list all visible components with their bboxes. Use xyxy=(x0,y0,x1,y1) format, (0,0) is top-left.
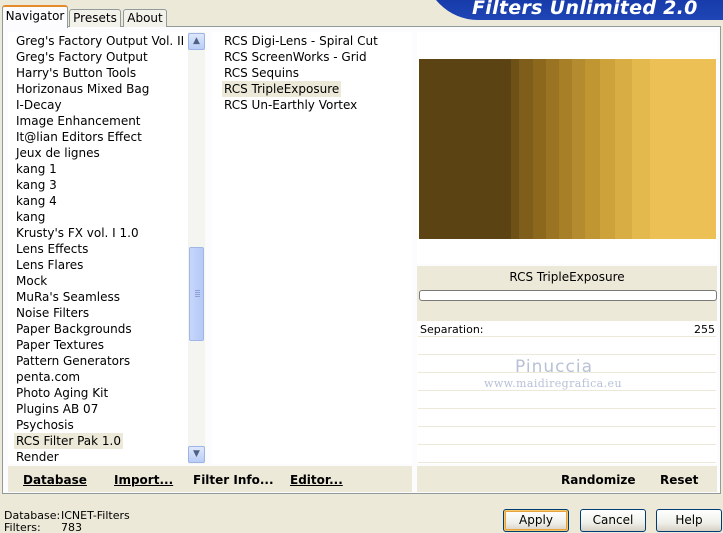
preview-stripe xyxy=(559,59,573,239)
preview-stripe xyxy=(572,59,586,239)
category-item[interactable]: Mock xyxy=(14,273,49,289)
tab-about[interactable]: About xyxy=(123,9,167,27)
category-item[interactable]: Pattern Generators xyxy=(14,353,132,369)
category-item[interactable]: Greg's Factory Output xyxy=(14,49,150,65)
preview-stripe xyxy=(585,59,601,239)
category-item[interactable]: Psychosis xyxy=(14,417,76,433)
category-item[interactable]: Krusty's FX vol. I 1.0 xyxy=(14,225,141,241)
category-list-items: Greg's Factory Output Vol. II Greg's Fact… xyxy=(8,32,188,464)
category-item[interactable]: Image Enhancement xyxy=(14,113,143,129)
filter-item[interactable]: RCS Digi-Lens - Spiral Cut xyxy=(222,33,380,49)
separation-label: Separation: xyxy=(420,323,484,336)
param-row xyxy=(418,411,716,427)
preview-stripe xyxy=(600,59,616,239)
category-item[interactable]: Horizonaus Mixed Bag xyxy=(14,81,151,97)
import-button[interactable]: Import... xyxy=(114,473,173,487)
reset-button[interactable]: Reset xyxy=(660,473,698,487)
progress-bar xyxy=(419,290,717,301)
category-item[interactable]: Lens Flares xyxy=(14,257,85,273)
filter-name: RCS TripleExposure xyxy=(509,270,625,284)
filter-item[interactable]: RCS TripleExposure xyxy=(222,81,342,97)
filter-info-button[interactable]: Filter Info... xyxy=(193,473,274,487)
scrollbar-thumb[interactable] xyxy=(189,247,204,341)
tab-navigator[interactable]: Navigator xyxy=(2,5,68,28)
category-item[interactable]: penta.com xyxy=(14,369,82,385)
param-row xyxy=(418,393,716,409)
watermark-url: www.maidiregrafica.eu xyxy=(484,377,622,390)
preview-stripe xyxy=(546,59,560,239)
category-item[interactable]: MuRa's Seamless xyxy=(14,289,122,305)
filters-count-label: Filters: xyxy=(4,521,41,533)
category-item[interactable]: Jeux de lignes xyxy=(14,145,102,161)
chevron-up-icon[interactable]: ▲ xyxy=(188,33,205,50)
filter-list-items: RCS Digi-Lens - Spiral Cut RCS ScreenWork… xyxy=(212,32,412,152)
category-item[interactable]: Greg's Factory Output Vol. II xyxy=(14,33,186,49)
param-row xyxy=(418,429,716,445)
editor-button[interactable]: Editor... xyxy=(290,473,343,487)
category-scrollbar[interactable]: ▲ ▼ xyxy=(188,32,205,464)
category-item[interactable]: Lens Effects xyxy=(14,241,90,257)
preview-stripe xyxy=(533,59,547,239)
chevron-down-icon[interactable]: ▼ xyxy=(188,446,205,463)
filters-count-status: Filters: 783 xyxy=(4,521,82,533)
category-item[interactable]: kang 4 xyxy=(14,193,59,209)
category-item[interactable]: It@lian Editors Effect xyxy=(14,129,144,145)
category-item[interactable]: Paper Backgrounds xyxy=(14,321,134,337)
separation-value[interactable]: 255 xyxy=(690,323,715,336)
category-item[interactable]: Photo Aging Kit xyxy=(14,385,110,401)
database-button[interactable]: Database xyxy=(23,473,87,487)
window-title: Filters Unlimited 2.0 xyxy=(472,0,698,19)
filter-item[interactable]: RCS Sequins xyxy=(222,65,301,81)
tab-presets[interactable]: Presets xyxy=(69,9,121,27)
randomize-button[interactable]: Randomize xyxy=(561,473,635,487)
help-button[interactable]: Help xyxy=(656,509,722,532)
preview-stripe xyxy=(511,59,520,239)
category-item[interactable]: Harry's Button Tools xyxy=(14,65,138,81)
preview-stripe xyxy=(632,59,651,239)
filter-item[interactable]: RCS Un-Earthly Vortex xyxy=(222,97,359,113)
category-item[interactable]: Noise Filters xyxy=(14,305,91,321)
param-row xyxy=(418,339,716,355)
category-item[interactable]: Plugins AB 07 xyxy=(14,401,100,417)
preview-stripe xyxy=(615,59,633,239)
preview-image xyxy=(419,59,716,239)
watermark-name: Pinuccia xyxy=(515,357,593,377)
preview-stripe xyxy=(519,59,534,239)
preview-stripe xyxy=(650,59,716,239)
apply-button[interactable]: Apply xyxy=(503,509,569,532)
category-item[interactable]: I-Decay xyxy=(14,97,64,113)
cancel-button[interactable]: Cancel xyxy=(580,509,646,532)
category-item[interactable]: kang 1 xyxy=(14,161,59,177)
category-item[interactable]: kang xyxy=(14,209,47,225)
param-row xyxy=(418,447,716,463)
filter-item[interactable]: RCS ScreenWorks - Grid xyxy=(222,49,369,65)
grip-icon xyxy=(195,290,200,297)
filter-info-label: Filter Info... xyxy=(193,473,274,487)
category-item[interactable]: kang 3 xyxy=(14,177,59,193)
category-item[interactable]: Paper Textures xyxy=(14,337,106,353)
parameter-area xyxy=(417,321,717,464)
category-item[interactable]: Render xyxy=(14,449,61,465)
preview-stripe xyxy=(419,59,512,239)
category-item[interactable]: RCS Filter Pak 1.0 xyxy=(14,433,123,449)
title-banner: Filters Unlimited 2.0 xyxy=(424,0,723,20)
filters-count-value: 783 xyxy=(61,521,82,533)
